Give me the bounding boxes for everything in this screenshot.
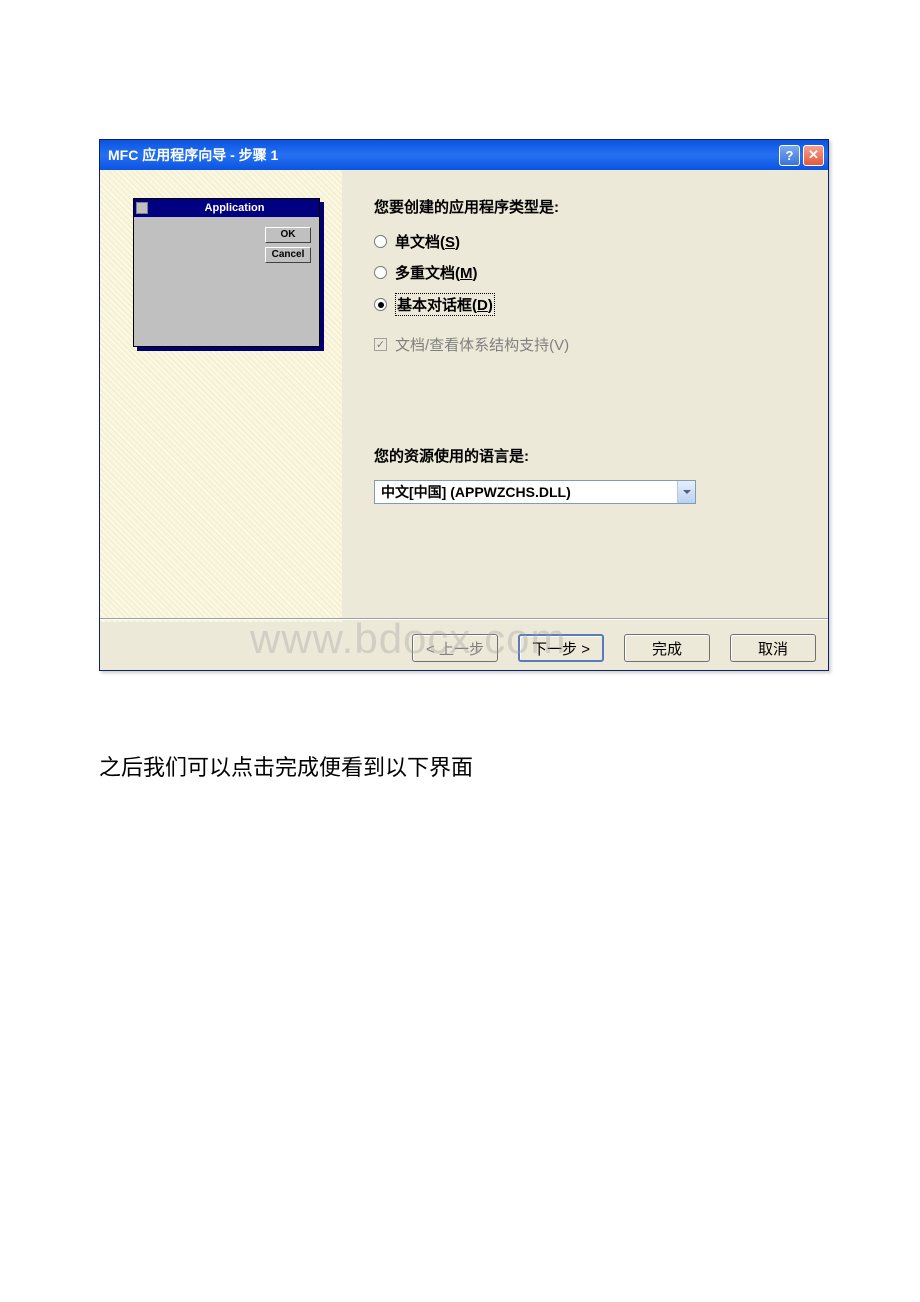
language-value: 中文[中国] (APPWZCHS.DLL) [375, 482, 677, 502]
language-question: 您的资源使用的语言是: [374, 445, 808, 466]
docview-checkbox: ✓ 文档/查看体系结构支持(V) [374, 334, 808, 355]
titlebar[interactable]: MFC 应用程序向导 - 步骤 1 ? ✕ [100, 140, 828, 170]
preview-ok-button: OK [265, 227, 311, 243]
close-button[interactable]: ✕ [803, 145, 824, 166]
document-body-text: 之后我们可以点击完成便看到以下界面 [99, 750, 473, 782]
finish-button[interactable]: 完成 [624, 634, 710, 662]
radio-single-document[interactable]: 单文档(S) [374, 231, 808, 252]
wizard-button-row: < 上一步 下一步 > 完成 取消 [412, 634, 816, 662]
separator [100, 618, 828, 620]
preview-titlebar: Application [134, 199, 319, 217]
preview-cancel-button: Cancel [265, 247, 311, 263]
help-icon: ? [786, 148, 794, 163]
language-combobox[interactable]: 中文[中国] (APPWZCHS.DLL) [374, 480, 696, 504]
close-icon: ✕ [808, 147, 819, 163]
preview-title: Application [152, 202, 317, 214]
back-button[interactable]: < 上一步 [412, 634, 498, 662]
preview-panel: Application OK Cancel [100, 170, 342, 622]
radio-label: 单文档(S) [395, 231, 460, 252]
language-section: 您的资源使用的语言是: 中文[中国] (APPWZCHS.DLL) [374, 445, 808, 504]
preview-dialog: Application OK Cancel [133, 198, 320, 347]
checkbox-label: 文档/查看体系结构支持(V) [395, 334, 569, 355]
wizard-body: Application OK Cancel 您要创建的应用程序类型是: 单文档(… [100, 170, 828, 622]
radio-label: 多重文档(M) [395, 262, 478, 283]
radio-icon [374, 298, 387, 311]
radio-label: 基本对话框(D) [395, 293, 495, 316]
cancel-button[interactable]: 取消 [730, 634, 816, 662]
radio-icon [374, 235, 387, 248]
chevron-down-icon [683, 490, 691, 494]
radio-multiple-document[interactable]: 多重文档(M) [374, 262, 808, 283]
help-button[interactable]: ? [779, 145, 800, 166]
next-button[interactable]: 下一步 > [518, 634, 604, 662]
radio-icon [374, 266, 387, 279]
wizard-dialog: MFC 应用程序向导 - 步骤 1 ? ✕ Application OK Can… [99, 139, 829, 671]
app-type-question: 您要创建的应用程序类型是: [374, 196, 808, 217]
combobox-button[interactable] [677, 481, 695, 503]
preview-sysmenu-icon [136, 202, 148, 214]
radio-dialog-based[interactable]: 基本对话框(D) [374, 293, 808, 316]
options-panel: 您要创建的应用程序类型是: 单文档(S) 多重文档(M) 基本对话框(D) ✓ … [342, 170, 828, 622]
checkbox-icon: ✓ [374, 338, 387, 351]
radio-dot-icon [378, 302, 384, 308]
titlebar-text: MFC 应用程序向导 - 步骤 1 [108, 145, 776, 165]
